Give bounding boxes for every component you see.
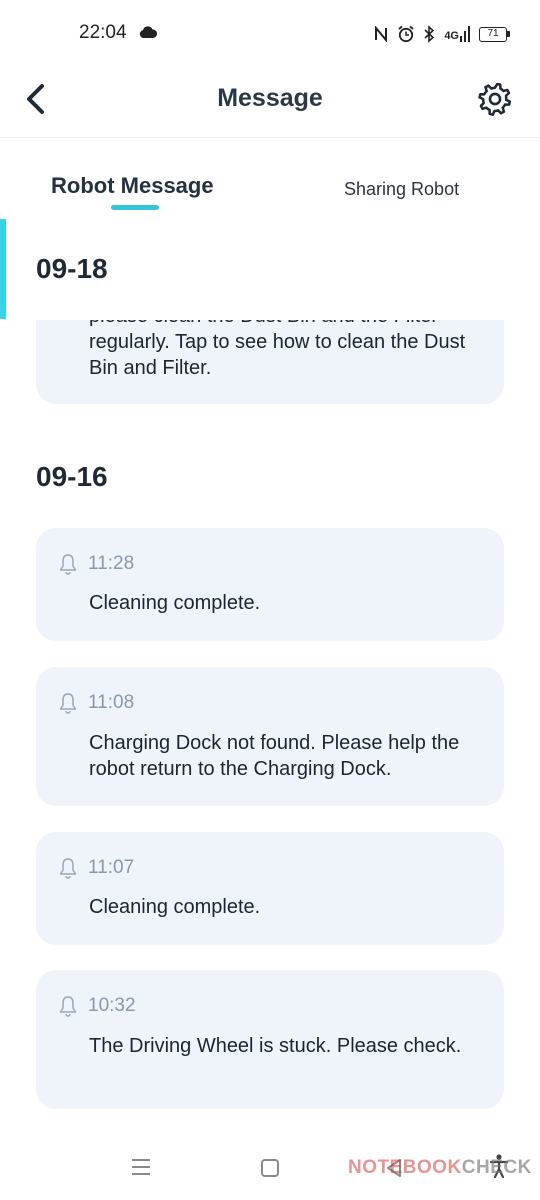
date-heading: 09-18 (36, 253, 108, 284)
message-card[interactable]: 11:08 Charging Dock not found. Please he… (36, 667, 504, 806)
message-card[interactable]: 11:28 Cleaning complete. (36, 528, 504, 641)
status-bar: 22:04 4G 71 (0, 0, 540, 68)
bell-icon (59, 554, 77, 575)
alarm-icon (398, 25, 414, 43)
message-text: The Driving Wheel is stuck. Please check… (89, 1035, 462, 1057)
home-icon[interactable] (260, 1158, 280, 1178)
status-icons: 4G 71 (374, 22, 510, 46)
battery-indicator: 71 (479, 26, 510, 42)
message-text: please clean the Dust Bin and the Filter… (89, 320, 466, 379)
watermark-part2: CHECK (461, 1157, 532, 1178)
bluetooth-icon (424, 25, 435, 43)
tab-robot-message[interactable]: Robot Message (51, 173, 214, 199)
status-time: 22:04 (79, 22, 127, 43)
message-card[interactable]: 10:32 The Driving Wheel is stuck. Please… (36, 970, 504, 1109)
message-card[interactable]: 11:07 Cleaning complete. (36, 832, 504, 945)
bell-icon (59, 693, 77, 714)
signal-indicator: 4G (444, 26, 470, 42)
tab-bar: Robot Message Sharing Robot (0, 139, 540, 215)
battery-level: 71 (479, 26, 507, 42)
message-text: Cleaning complete. (89, 896, 261, 918)
message-text: Charging Dock not found. Please help the… (89, 732, 460, 780)
tab-sharing-robot[interactable]: Sharing Robot (344, 179, 459, 200)
message-time: 11:08 (88, 692, 135, 713)
active-tab-indicator (111, 205, 159, 210)
battery-tip (507, 31, 510, 37)
message-time: 11:28 (88, 553, 135, 574)
cloud-icon (139, 26, 157, 38)
network-type: 4G (444, 30, 459, 42)
bell-icon (59, 858, 77, 879)
app-header: Message (0, 68, 540, 138)
message-time: 10:32 (88, 995, 136, 1016)
message-card[interactable]: please clean the Dust Bin and the Filter… (36, 320, 504, 404)
nfc-icon (375, 26, 388, 42)
watermark-logo: NOTEBOOKCHECK (348, 1157, 532, 1179)
bell-icon (59, 996, 77, 1017)
date-heading: 09-16 (36, 461, 108, 492)
scroll-edge-indicator (0, 219, 6, 319)
watermark-part1: NOTEBOOK (348, 1157, 462, 1178)
message-time: 11:07 (88, 857, 135, 878)
menu-icon[interactable] (130, 1157, 152, 1177)
gear-icon[interactable] (476, 80, 514, 118)
message-list[interactable]: 09-18 please clean the Dust Bin and the … (0, 215, 540, 1135)
page-title: Message (217, 84, 323, 112)
message-text: Cleaning complete. (89, 592, 261, 614)
signal-bars-icon (460, 26, 470, 42)
